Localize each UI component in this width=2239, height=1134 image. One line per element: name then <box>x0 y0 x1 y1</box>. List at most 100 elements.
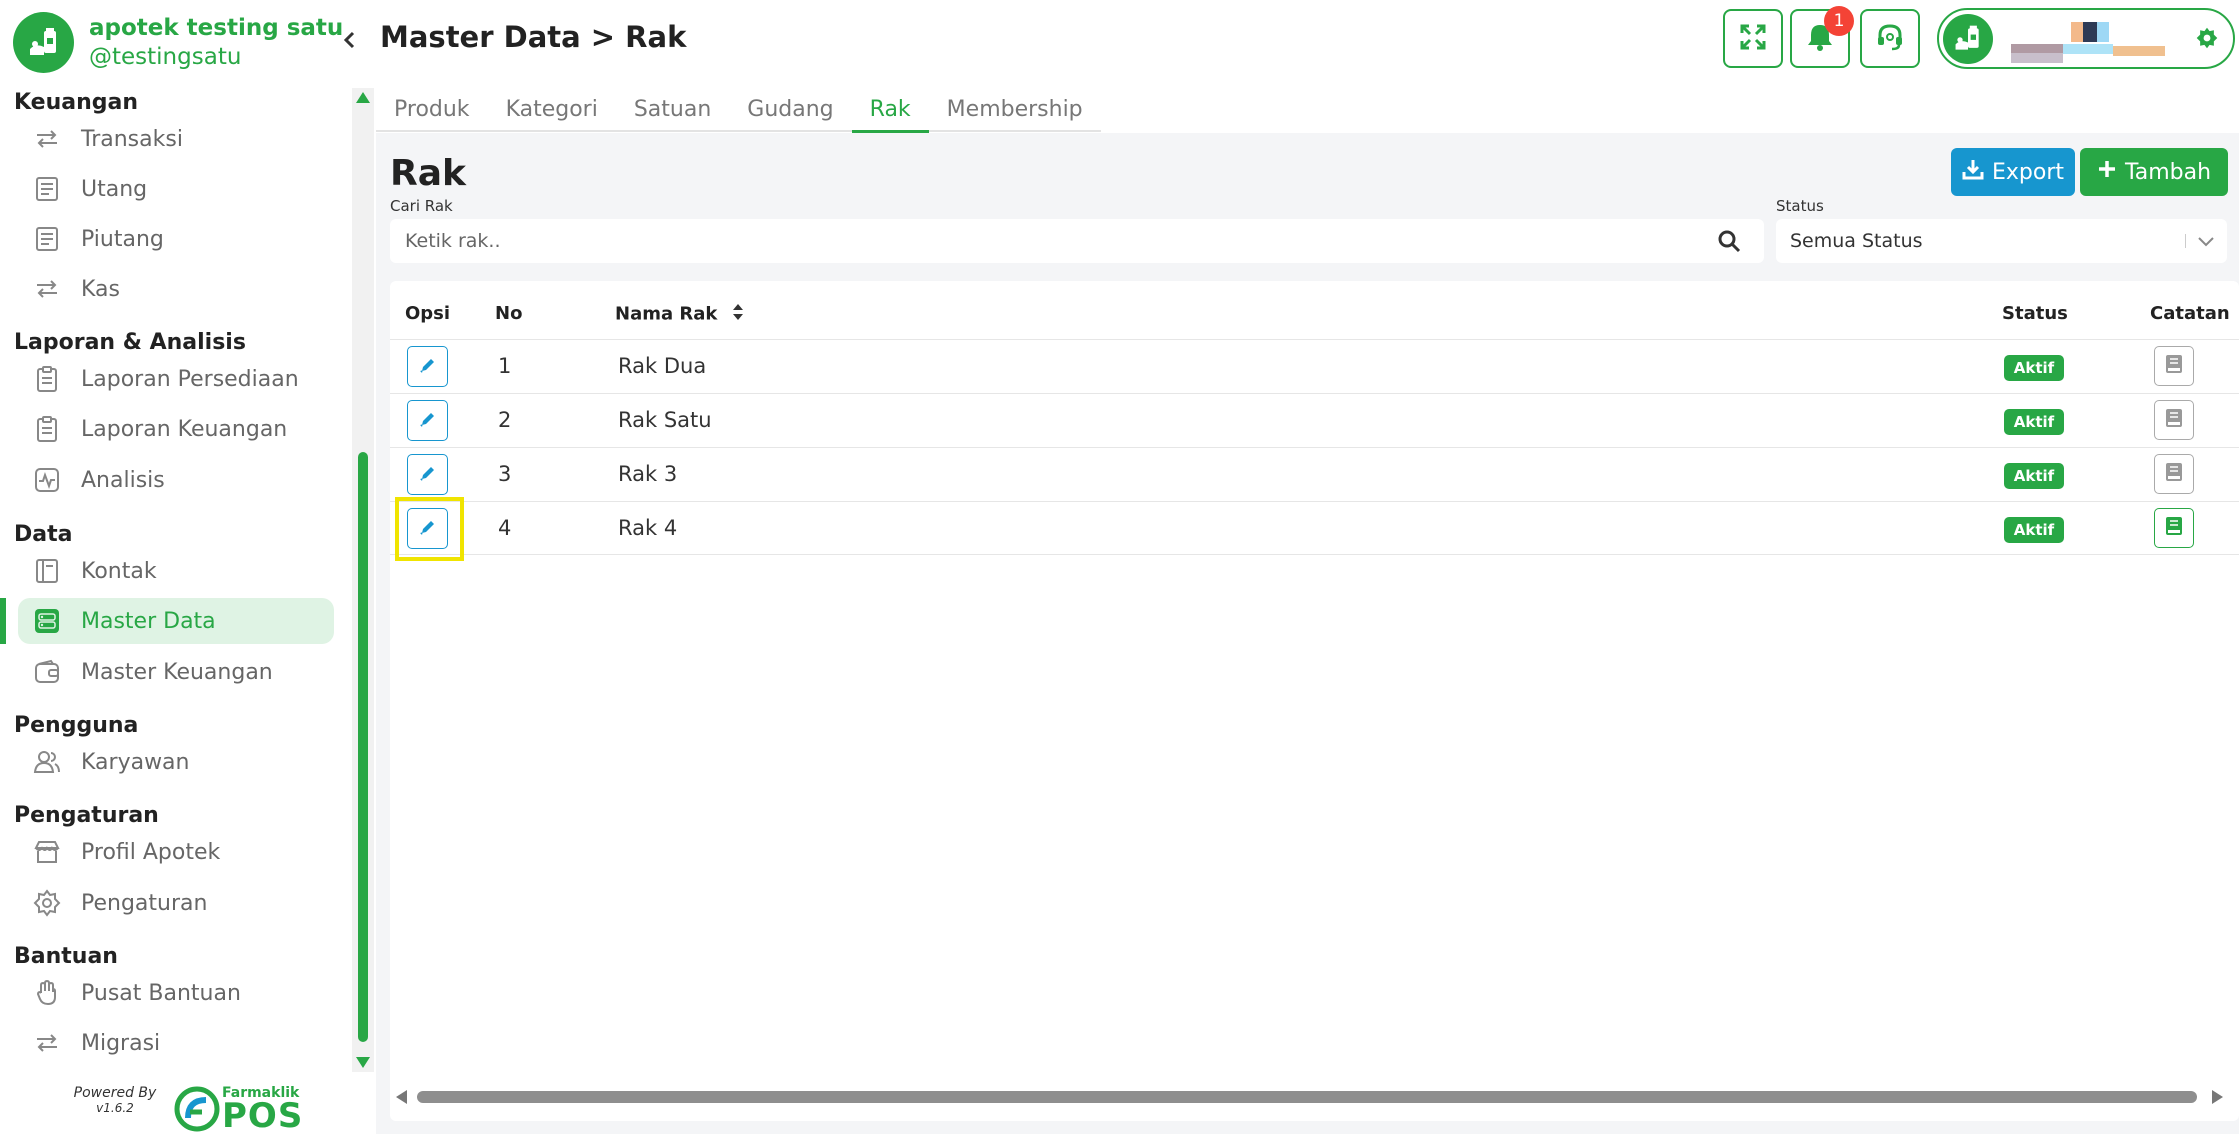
table-horizontal-scrollbar[interactable] <box>0 1087 2223 1107</box>
note-icon <box>2163 515 2185 541</box>
sidebar-item-master-keuangan[interactable]: Master Keuangan <box>18 649 334 695</box>
tab-kategori[interactable]: Kategori <box>488 86 616 132</box>
sidebar-item-label: Laporan Keuangan <box>81 416 288 442</box>
sort-icon[interactable] <box>732 303 744 326</box>
fullscreen-icon <box>1738 22 1768 56</box>
table-row: 2 Rak Satu Aktif <box>390 393 2239 447</box>
notification-count-badge: 1 <box>1824 6 1854 36</box>
note-button[interactable] <box>2154 346 2194 386</box>
sidebar-item-pengaturan[interactable]: Pengaturan <box>18 880 334 926</box>
sidebar-item-label: Kas <box>81 276 120 302</box>
search-field <box>390 219 1764 263</box>
clipboard-icon <box>32 414 62 444</box>
horizontal-scroll-thumb[interactable] <box>417 1091 2197 1103</box>
fullscreen-button[interactable] <box>1723 9 1783 68</box>
transfer-icon <box>32 124 62 154</box>
cell-no: 1 <box>498 354 512 378</box>
sidebar-item-laporan-persediaan[interactable]: Laporan Persediaan <box>18 356 334 402</box>
cell-nama-rak: Rak Dua <box>618 354 707 378</box>
note-button[interactable] <box>2154 454 2194 494</box>
tab-satuan[interactable]: Satuan <box>616 86 729 132</box>
sidebar-item-master-data[interactable]: Master Data <box>18 598 334 644</box>
settings-gear-icon[interactable] <box>2195 26 2219 54</box>
sidebar-item-karyawan[interactable]: Karyawan <box>18 739 334 785</box>
tab-rak[interactable]: Rak <box>851 86 929 134</box>
section-title-pengaturan: Pengaturan <box>14 803 159 828</box>
sidebar-item-label: Profil Apotek <box>81 839 221 865</box>
search-input[interactable] <box>390 219 1710 263</box>
note-icon <box>2163 353 2185 379</box>
table-row: 3 Rak 3 Aktif <box>390 447 2239 501</box>
scroll-right-arrow-icon[interactable] <box>2212 1090 2223 1104</box>
transfer-icon <box>32 274 62 304</box>
scroll-down-arrow-icon[interactable] <box>356 1057 370 1068</box>
sidebar-item-label: Piutang <box>81 226 164 252</box>
sidebar-item-label: Kontak <box>81 558 157 584</box>
tab-gudang[interactable]: Gudang <box>729 86 851 132</box>
sidebar-item-kontak[interactable]: Kontak <box>18 548 334 594</box>
column-header-nama-rak-label: Nama Rak <box>615 303 718 325</box>
status-select[interactable]: Semua Status <box>1776 219 2227 263</box>
search-icon[interactable] <box>1717 229 1741 257</box>
avatar <box>1943 14 1993 64</box>
clipboard-icon <box>32 364 62 394</box>
sidebar-item-label: Karyawan <box>81 749 190 775</box>
column-header-nama-rak[interactable]: Nama Rak <box>615 303 744 326</box>
status-badge: Aktif <box>2004 463 2064 489</box>
sidebar-scrollbar[interactable] <box>352 88 374 1072</box>
section-title-data: Data <box>14 522 73 547</box>
section-title-laporan: Laporan & Analisis <box>14 330 246 355</box>
tab-membership[interactable]: Membership <box>929 86 1101 132</box>
add-button[interactable]: Tambah <box>2080 148 2228 196</box>
sidebar-item-transaksi[interactable]: Transaksi <box>18 116 334 162</box>
sidebar-item-label: Laporan Persediaan <box>81 366 299 392</box>
section-title-bantuan: Bantuan <box>14 944 118 969</box>
sidebar-item-kas[interactable]: Kas <box>18 266 334 312</box>
sidebar-item-laporan-keuangan[interactable]: Laporan Keuangan <box>18 406 334 452</box>
edit-button[interactable] <box>407 400 448 441</box>
scroll-left-arrow-icon[interactable] <box>396 1090 407 1104</box>
table-row: 4 Rak 4 Aktif <box>390 497 2239 561</box>
notification-button[interactable]: 1 <box>1790 6 1854 68</box>
note-button[interactable] <box>2154 400 2194 440</box>
edit-button[interactable] <box>407 346 448 387</box>
tab-produk[interactable]: Produk <box>376 86 488 132</box>
sidebar-item-pusat-bantuan[interactable]: Pusat Bantuan <box>18 970 334 1016</box>
hand-icon <box>32 978 62 1008</box>
scroll-up-arrow-icon[interactable] <box>356 92 370 103</box>
pencil-icon <box>419 410 437 432</box>
sidebar-item-profil-apotek[interactable]: Profil Apotek <box>18 829 334 875</box>
sidebar-item-label: Analisis <box>81 467 165 493</box>
note-icon <box>2163 407 2185 433</box>
note-button[interactable] <box>2154 508 2194 548</box>
brand-handle: @testingsatu <box>89 44 242 70</box>
status-badge: Aktif <box>2004 355 2064 381</box>
sidebar-item-migrasi[interactable]: Migrasi <box>18 1020 334 1066</box>
sidebar-item-label: Transaksi <box>81 126 183 152</box>
transfer-icon <box>32 1028 62 1058</box>
column-header-opsi: Opsi <box>405 303 451 324</box>
sidebar-item-utang[interactable]: Utang <box>18 166 334 212</box>
support-button[interactable] <box>1860 9 1920 68</box>
active-indicator <box>0 598 6 644</box>
wallet-icon <box>32 657 62 687</box>
main-content: Rak Export Tambah Cari Rak Status Semua … <box>376 133 2239 1134</box>
cell-no: 4 <box>498 516 512 540</box>
sidebar-scroll-thumb[interactable] <box>358 452 368 1042</box>
pulse-icon <box>32 465 62 495</box>
download-icon <box>1962 158 1984 186</box>
edit-button[interactable] <box>407 508 448 549</box>
profile-menu[interactable] <box>1937 8 2235 69</box>
collapse-sidebar-button[interactable] <box>342 26 358 56</box>
select-separator <box>2185 234 2186 248</box>
status-badge: Aktif <box>2004 409 2064 435</box>
page-title: Master Data > Rak <box>380 20 687 54</box>
sidebar-item-piutang[interactable]: Piutang <box>18 216 334 262</box>
headset-icon <box>1875 22 1905 56</box>
cell-nama-rak: Rak 3 <box>618 462 678 486</box>
sidebar-item-label: Pusat Bantuan <box>81 980 241 1006</box>
export-button[interactable]: Export <box>1951 148 2075 196</box>
sidebar-item-analisis[interactable]: Analisis <box>18 457 334 503</box>
edit-button[interactable] <box>407 454 448 495</box>
status-select-value: Semua Status <box>1790 230 1923 252</box>
